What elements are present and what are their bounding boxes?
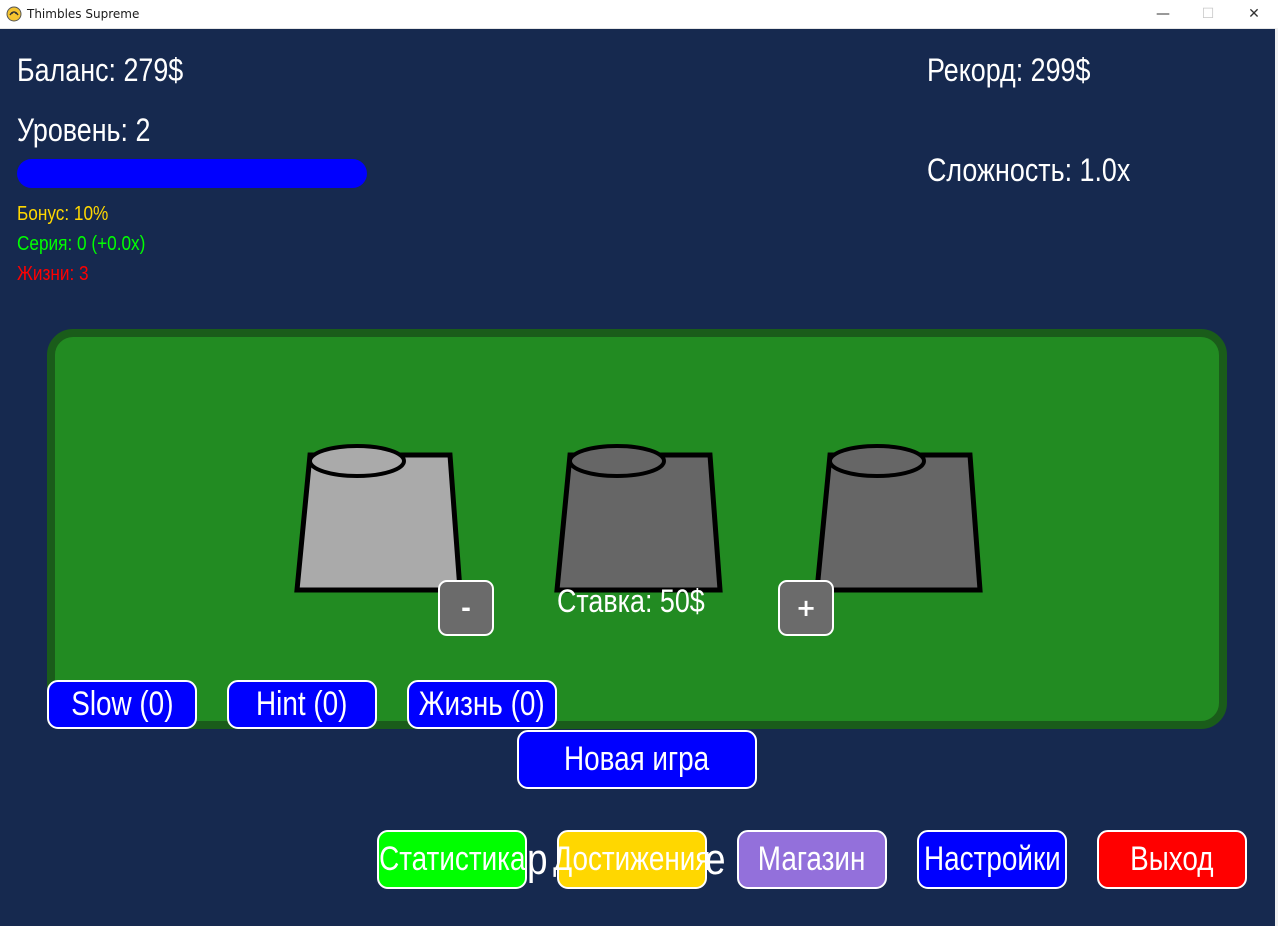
level-progress-bar: [17, 159, 367, 188]
streak-label: Серия: 0 (+0.0x): [17, 233, 146, 255]
bet-increase-button[interactable]: +: [778, 580, 834, 636]
life-powerup-button[interactable]: Жизнь (0): [407, 680, 557, 729]
record-label: Рекорд: 299$: [927, 52, 1091, 88]
bonus-label: Бонус: 10%: [17, 203, 109, 225]
bet-amount: Ставка: 50$: [557, 583, 705, 619]
achievements-label: Достижения: [553, 840, 711, 878]
close-button[interactable]: ✕: [1231, 0, 1277, 28]
lives-label: Жизни: 3: [17, 263, 89, 285]
cup-3[interactable]: [805, 440, 995, 600]
settings-button[interactable]: Настройки: [917, 830, 1067, 889]
shop-label: Магазин: [758, 840, 866, 878]
hint-powerup-button[interactable]: Hint (0): [227, 680, 377, 729]
exit-button[interactable]: Выход: [1097, 830, 1247, 889]
new-game-label: Новая игра: [564, 740, 710, 778]
level-label: Уровень: 2: [17, 112, 151, 148]
slow-powerup-label: Slow (0): [70, 685, 174, 723]
new-game-button[interactable]: Новая игра: [517, 730, 757, 789]
stats-label-overflow: р: [527, 835, 548, 884]
hint-powerup-label: Hint (0): [256, 685, 348, 723]
title-bar: Thimbles Supreme — ☐ ✕: [0, 0, 1278, 29]
cup-1[interactable]: [285, 440, 475, 600]
life-powerup-label: Жизнь (0): [419, 685, 545, 723]
game-window: Thimbles Supreme — ☐ ✕ Баланс: 279$ Реко…: [0, 0, 1278, 926]
statistics-button[interactable]: Статистика: [377, 830, 527, 889]
balance-label: Баланс: 279$: [17, 52, 184, 88]
exit-label: Выход: [1130, 840, 1214, 878]
difficulty-label: Сложность: 1.0x: [927, 152, 1131, 188]
settings-label: Настройки: [923, 840, 1061, 878]
bet-decrease-button[interactable]: -: [438, 580, 494, 636]
window-title: Thimbles Supreme: [27, 7, 140, 21]
maximize-button[interactable]: ☐: [1185, 0, 1231, 28]
shop-button[interactable]: Магазин: [737, 830, 887, 889]
pygame-snake-icon: [6, 6, 22, 22]
statistics-label: Статистика: [378, 840, 526, 878]
cup-2[interactable]: [545, 440, 735, 600]
slow-powerup-button[interactable]: Slow (0): [47, 680, 197, 729]
minimize-button[interactable]: —: [1140, 0, 1186, 28]
achievements-button[interactable]: Достижения: [553, 830, 711, 889]
